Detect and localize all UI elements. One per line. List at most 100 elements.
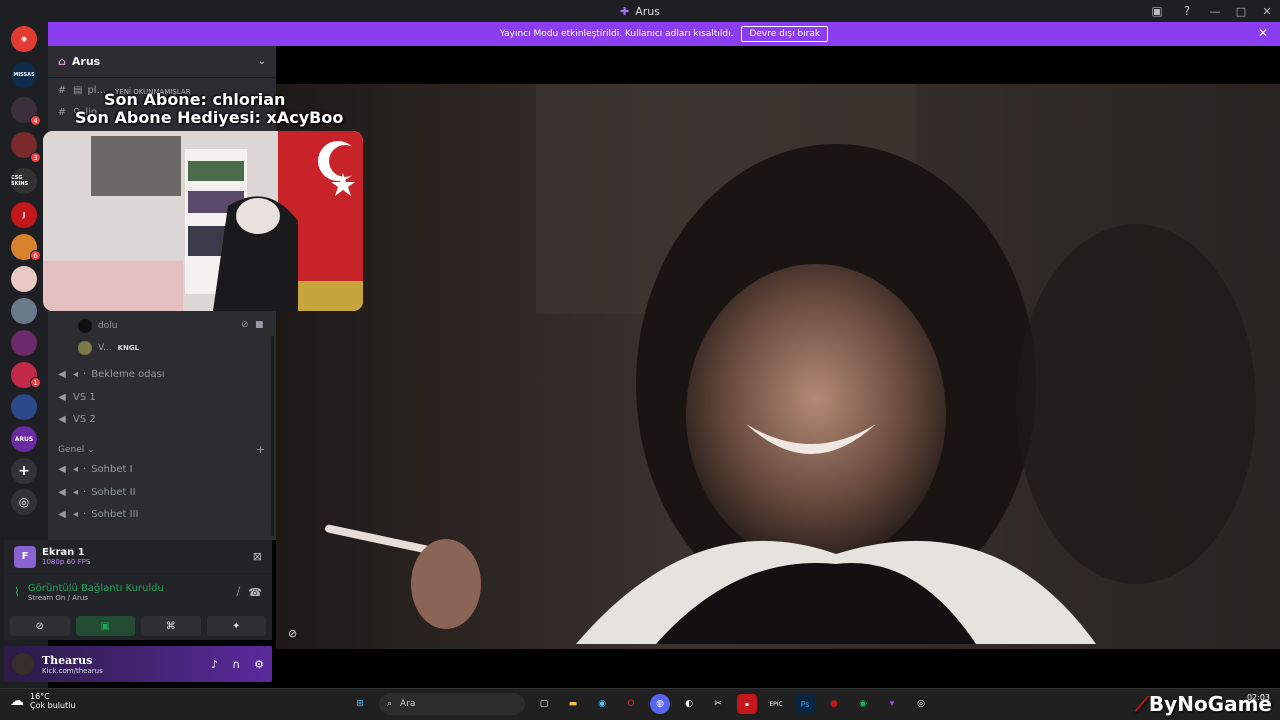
file-explorer-icon[interactable]: ▬ bbox=[563, 694, 583, 714]
server-icon-j[interactable]: J bbox=[11, 202, 37, 228]
avatar bbox=[78, 319, 92, 333]
task-view-icon[interactable]: ▢ bbox=[534, 694, 554, 714]
server-icon-arus[interactable]: ARUS bbox=[11, 426, 37, 452]
avatar[interactable] bbox=[12, 653, 34, 675]
last-subscriber-text: Son Abone: chlorian bbox=[104, 90, 286, 109]
screen-share-row: F Ekran 1 1080p 60 FPS ⊠ bbox=[4, 540, 272, 574]
search-box[interactable]: ⌕ Ara bbox=[379, 693, 525, 715]
discord-home-icon[interactable]: ◉ bbox=[11, 26, 37, 52]
inbox-icon[interactable]: ▣ bbox=[1142, 4, 1172, 18]
webcam-frame bbox=[43, 131, 363, 311]
speaker-icon: ◂ bbox=[73, 486, 79, 498]
screen-quality: 1080p 60 FPS bbox=[42, 558, 91, 566]
obs-icon[interactable]: ▪ bbox=[737, 694, 757, 714]
muted-mic-icon[interactable]: ⊘ bbox=[288, 627, 297, 640]
voice-channel-icon: ◀ bbox=[58, 368, 66, 380]
activity-button[interactable]: ⌘ bbox=[141, 616, 201, 636]
connection-channel: Stream On / Arus bbox=[27, 593, 88, 602]
connection-row: ⌇ Görüntülü Bağlantı Kuruldu Stream On /… bbox=[4, 574, 272, 610]
voice-channel-sohbet-1[interactable]: ◀ ◂ · Sohbet I bbox=[56, 459, 268, 479]
voice-user[interactable]: dolu bbox=[78, 317, 117, 335]
webcam-overlay bbox=[43, 131, 363, 311]
voice-channel-vs2[interactable]: ◀ VS 2 bbox=[56, 409, 268, 429]
explore-icon[interactable]: ◎ bbox=[11, 489, 37, 515]
voice-channel-icon: ◀ bbox=[58, 391, 66, 403]
add-channel-icon[interactable]: + bbox=[256, 443, 265, 456]
maximize-button[interactable]: □ bbox=[1228, 5, 1254, 18]
voice-channel-bekleme[interactable]: ◀ ◂ · Bekleme odası bbox=[56, 364, 268, 384]
last-gift-text: Son Abone Hediyesi: xAcyBoo bbox=[75, 108, 344, 127]
capcut-icon[interactable]: ✂ bbox=[708, 694, 728, 714]
window-titlebar: ✚ Arus ▣ ? — □ ✕ bbox=[0, 0, 1280, 22]
window-title: ✚ Arus bbox=[620, 4, 660, 18]
stream-view[interactable]: ⊘ bbox=[276, 46, 1280, 688]
voice-channel-sohbet-3[interactable]: ◀ ◂ · Sohbet III bbox=[56, 504, 268, 524]
user-panel: Thearus Kick.com/thearus ♪ ∩ ⚙ bbox=[4, 646, 272, 682]
taskbar-apps: ⊞ ⌕ Ara ▢ ▬ ◉ O ◍ ◐ ✂ ▪ EPIC Ps ● ◉ ▾ ◎ bbox=[350, 693, 931, 715]
obs-studio-icon[interactable]: ◎ bbox=[911, 694, 931, 714]
chrome-icon[interactable]: ◉ bbox=[592, 694, 612, 714]
help-icon[interactable]: ? bbox=[1172, 4, 1202, 18]
search-icon: ⌕ bbox=[387, 699, 393, 709]
voice-user[interactable]: V... KNGL bbox=[78, 339, 139, 357]
speaker-icon: ◂ bbox=[73, 508, 79, 520]
bullet: · bbox=[83, 463, 87, 475]
settings-gear-icon[interactable]: ⚙ bbox=[254, 658, 264, 671]
disconnect-icon[interactable]: ☎ bbox=[248, 586, 262, 599]
add-server-icon[interactable]: + bbox=[11, 458, 37, 484]
epic-games-icon[interactable]: EPIC bbox=[766, 694, 786, 714]
screen-title: Ekran 1 bbox=[42, 547, 85, 558]
speaker-icon: ◂ bbox=[73, 368, 79, 380]
app-avatar: F bbox=[14, 545, 36, 568]
category-genel[interactable]: Genel ⌄ bbox=[58, 445, 95, 455]
camera-off-button[interactable]: ⊘ bbox=[10, 616, 70, 636]
soundboard-button[interactable]: ✦ bbox=[206, 616, 266, 636]
camera-icon: ■ bbox=[255, 320, 264, 330]
headphones-icon[interactable]: ∩ bbox=[232, 658, 240, 671]
server-icon-9[interactable] bbox=[11, 330, 37, 356]
discord-icon[interactable]: ◍ bbox=[650, 694, 670, 714]
server-icon-csg-skins[interactable]: CSG SKINS bbox=[11, 168, 37, 194]
server-home-icon: ⌂ bbox=[58, 55, 66, 68]
start-icon[interactable]: ⊞ bbox=[350, 694, 370, 714]
arus-logo-icon: ✚ bbox=[620, 4, 630, 18]
server-icon-11[interactable] bbox=[11, 394, 37, 420]
riot-icon[interactable]: ● bbox=[824, 694, 844, 714]
user-status: Kick.com/thearus bbox=[42, 666, 103, 675]
noise-suppression-icon[interactable]: ⧸ bbox=[237, 585, 241, 599]
steam-icon[interactable]: ◐ bbox=[679, 694, 699, 714]
voice-channel-sohbet-2[interactable]: ◀ ◂ · Sohbet II bbox=[56, 482, 268, 502]
stream-video bbox=[276, 84, 1280, 649]
spotify-icon[interactable]: ◉ bbox=[853, 694, 873, 714]
cloud-icon: ☁ bbox=[10, 693, 24, 709]
server-icon-8[interactable] bbox=[11, 298, 37, 324]
watermark-logo-icon: ⟋ bbox=[1134, 692, 1149, 716]
opera-icon[interactable]: O bbox=[621, 694, 641, 714]
server-icon-7[interactable] bbox=[11, 266, 37, 292]
minimize-button[interactable]: — bbox=[1202, 5, 1228, 18]
voice-controls: ⊘ ▣ ⌘ ✦ bbox=[4, 616, 272, 638]
photoshop-icon[interactable]: Ps bbox=[795, 694, 815, 714]
app-icon[interactable]: ▾ bbox=[882, 694, 902, 714]
hash-icon: # bbox=[57, 84, 67, 96]
connection-status: Görüntülü Bağlantı Kuruldu bbox=[27, 582, 164, 594]
temperature: 16°C bbox=[30, 692, 50, 701]
stream-frame bbox=[276, 84, 1280, 649]
stop-stream-icon[interactable]: ⊠ bbox=[253, 550, 262, 563]
notice-text: Yayıncı Modu etkinleştirildi. Kullanıcı … bbox=[499, 29, 734, 39]
screen-share-button[interactable]: ▣ bbox=[75, 616, 135, 636]
mention-badge: 3 bbox=[30, 152, 41, 163]
server-header[interactable]: ⌂ Arus ⌄ bbox=[48, 46, 276, 78]
weather-widget[interactable]: ☁ 16°C Çok bulutlu bbox=[10, 692, 76, 710]
server-icon-missas[interactable]: MISSAS bbox=[11, 62, 37, 88]
chevron-down-icon: ⌄ bbox=[257, 56, 266, 67]
disable-streamer-mode-button[interactable]: Devre dışı bırak bbox=[741, 26, 829, 42]
voice-channel-icon: ◀ bbox=[58, 486, 66, 498]
microphone-icon[interactable]: ♪ bbox=[211, 658, 218, 671]
close-icon[interactable]: ✕ bbox=[1258, 26, 1268, 40]
username[interactable]: Thearus bbox=[42, 654, 103, 667]
close-window-button[interactable]: ✕ bbox=[1254, 5, 1280, 18]
scrollbar[interactable] bbox=[271, 336, 274, 536]
voice-channel-vs1[interactable]: ◀ VS 1 bbox=[56, 387, 268, 407]
weather-condition: Çok bulutlu bbox=[30, 701, 76, 710]
